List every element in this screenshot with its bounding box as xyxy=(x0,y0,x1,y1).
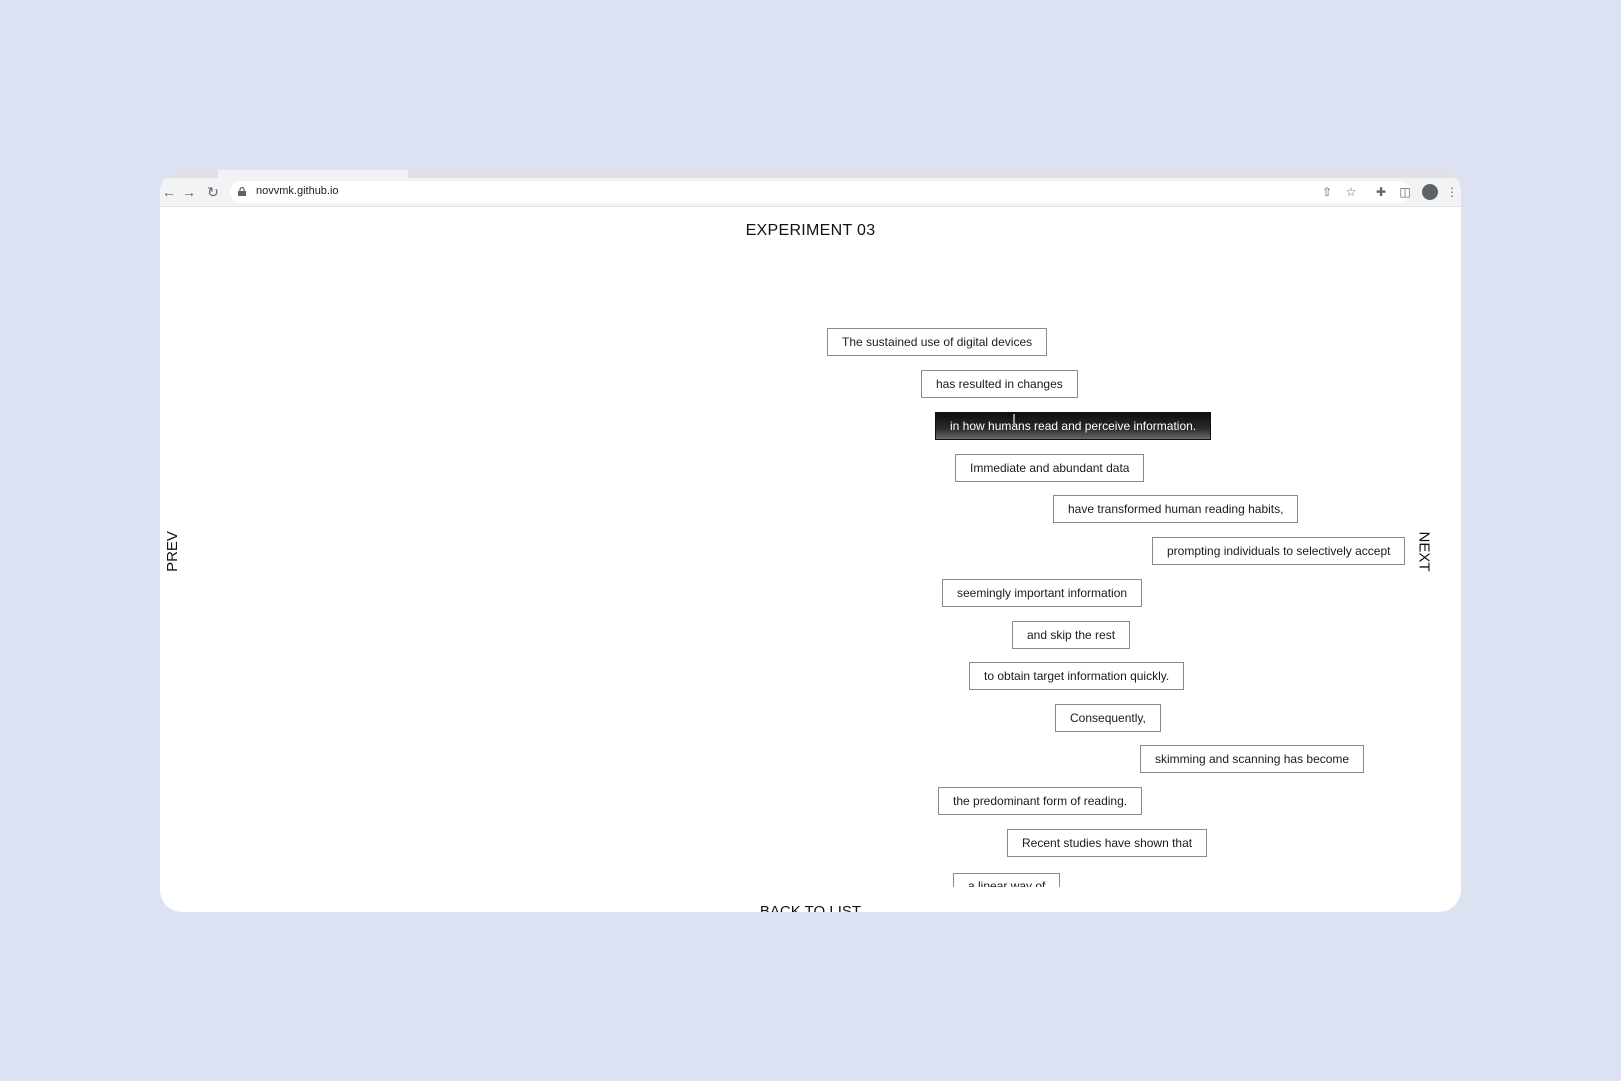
page-title: EXPERIMENT 03 xyxy=(745,222,876,239)
next-link[interactable]: NEXT xyxy=(1416,531,1433,571)
forward-arrow-icon[interactable]: → xyxy=(180,183,198,201)
phrase-box[interactable]: skimming and scanning has become xyxy=(1140,745,1365,773)
phrase-box[interactable]: and skip the rest xyxy=(1012,621,1131,649)
phrase-box[interactable]: prompting individuals to selectively acc… xyxy=(1152,537,1406,565)
phrase-box[interactable]: seemingly important information xyxy=(942,579,1143,607)
tab-strip xyxy=(160,170,1461,178)
phrase-box[interactable]: the predominant form of reading. xyxy=(938,787,1143,815)
browser-toolbar: ← → ↻ novvmk.github.io ⇧ ☆ ✚ ◫ ⋮ xyxy=(160,178,1461,207)
browser-window: ← → ↻ novvmk.github.io ⇧ ☆ ✚ ◫ ⋮ EXPERIM… xyxy=(160,170,1461,912)
sidebar-icon[interactable]: ◫ xyxy=(1396,183,1414,201)
share-icon[interactable]: ⇧ xyxy=(1318,183,1336,201)
phrase-box[interactable]: Consequently, xyxy=(1055,704,1161,732)
profile-icon[interactable] xyxy=(1422,184,1438,200)
phrase-box[interactable]: a linear way of xyxy=(953,873,1061,887)
extensions-icon[interactable]: ✚ xyxy=(1372,183,1390,201)
phrase-box[interactable]: The sustained use of digital devices xyxy=(827,328,1048,356)
star-icon[interactable]: ☆ xyxy=(1342,183,1360,201)
reload-icon[interactable]: ↻ xyxy=(204,183,222,201)
phrase-box[interactable]: Immediate and abundant data xyxy=(955,454,1145,482)
address-bar[interactable]: novvmk.github.io xyxy=(230,181,1410,203)
more-menu-icon[interactable]: ⋮ xyxy=(1443,183,1461,201)
active-tab[interactable] xyxy=(218,170,408,178)
phrase-box[interactable]: have transformed human reading habits, xyxy=(1053,495,1299,523)
lock-icon xyxy=(238,187,246,196)
prev-link[interactable]: PREV xyxy=(164,531,181,572)
phrase-box[interactable]: to obtain target information quickly. xyxy=(969,662,1185,690)
phrase-box-highlighted[interactable]: in how humans read and perceive informat… xyxy=(935,412,1212,440)
url-text: novvmk.github.io xyxy=(256,185,339,197)
phrase-box[interactable]: has resulted in changes xyxy=(921,370,1078,398)
back-arrow-icon[interactable]: ← xyxy=(160,183,178,201)
back-to-list-link[interactable]: BACK TO LIST xyxy=(160,903,1461,912)
phrase-box[interactable]: Recent studies have shown that xyxy=(1007,829,1208,857)
text-cursor-icon xyxy=(1013,414,1015,426)
